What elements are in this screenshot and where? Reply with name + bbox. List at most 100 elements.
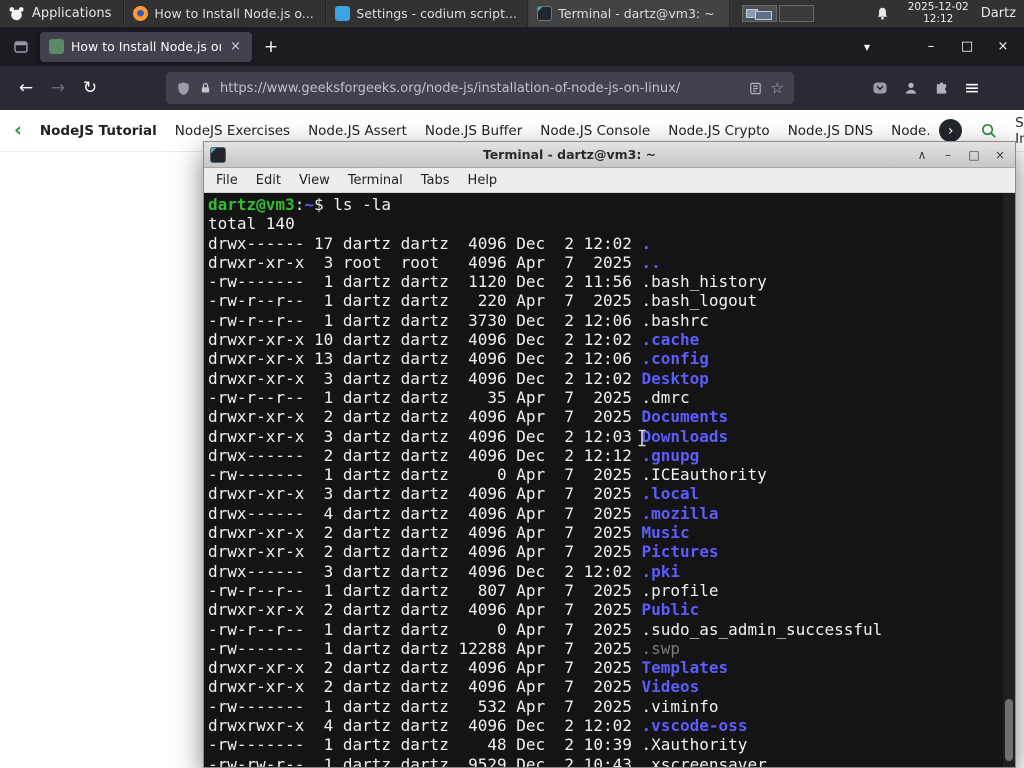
terminal-shade-button[interactable]: ∧ [913,148,931,162]
browser-tab[interactable]: How to Install Node.js on × [40,31,252,62]
terminal-menu-tabs[interactable]: Tabs [412,173,459,188]
terminal-minimize-button[interactable]: – [939,148,957,162]
account-button[interactable] [903,80,919,96]
site-nav-items: NodeJS Tutorial NodeJS Exercises Node.JS A… [40,123,929,139]
taskbar-label: Terminal - dartz@vm3: ~ [558,6,715,21]
terminal-line: drwxrwxr-x 4 dartz dartz 4096 Dec 2 12:0… [208,716,748,736]
site-nav-item[interactable]: Node.JS Console [540,123,650,139]
site-nav-item[interactable]: Node.JS DNS [788,123,873,139]
applications-label: Applications [32,6,112,21]
terminal-line: drwxr-xr-x 13 dartz dartz 4096 Dec 2 12:… [208,349,709,369]
taskbar-button-terminal[interactable]: Terminal - dartz@vm3: ~ [528,0,731,27]
site-search-button[interactable] [980,122,997,139]
notifications-button[interactable] [875,0,890,27]
terminal-line: -rw-r--r-- 1 dartz dartz 35 Apr 7 2025 .… [208,387,690,407]
window-minimize-button[interactable]: – [924,39,938,54]
site-nav-item[interactable]: Node.JS Crypto [668,123,769,139]
terminal-line: -rw------- 1 dartz dartz 532 Apr 7 2025 … [208,696,719,716]
lock-icon[interactable] [199,81,212,95]
taskbar-button-firefox[interactable]: How to Install Node.js o... [124,0,327,27]
terminal-close-button[interactable]: × [991,148,1009,162]
new-tab-button[interactable]: + [258,34,284,60]
clock-date: 2025-12-02 [907,1,969,13]
top-panel: Applications How to Install Node.js o...… [0,0,1024,27]
terminal-line: drwxr-xr-x 2 dartz dartz 4096 Apr 7 2025… [208,677,700,697]
toolbar-right-icons: ≡ [872,78,980,98]
terminal-body[interactable]: dartz@vm3:~$ ls -la total 140 drwx------ 1… [204,193,1015,767]
terminal-output: dartz@vm3:~$ ls -la total 140 drwx------ 1… [208,195,1015,767]
terminal-line: drwxr-xr-x 3 dartz dartz 4096 Apr 7 2025… [208,484,700,504]
window-close-button[interactable]: × [996,39,1010,54]
workspace-1[interactable] [742,5,778,22]
back-button[interactable]: ← [10,72,42,104]
url-text: https://www.geeksforgeeks.org/node-js/in… [220,80,681,96]
terminal-title: Terminal - dartz@vm3: ~ [482,147,657,162]
site-nav-item[interactable]: Node.JS Assert [308,123,407,139]
terminal-menu-file[interactable]: File [207,173,247,188]
forward-button[interactable]: → [42,72,74,104]
terminal-line: drwxr-xr-x 2 dartz dartz 4096 Apr 7 2025… [208,542,719,562]
reader-mode-button[interactable] [748,81,763,96]
terminal-titlebar[interactable]: Terminal - dartz@vm3: ~ ∧ – □ × [204,142,1015,168]
tab-close-button[interactable]: × [228,39,243,54]
terminal-app-icon [210,146,226,163]
bell-icon [875,6,890,21]
site-nav-item[interactable]: Node.JS Buffer [425,123,522,139]
menu-button[interactable]: ≡ [964,78,980,98]
reload-button[interactable]: ↻ [74,72,106,104]
terminal-icon [537,6,553,21]
terminal-menu-view[interactable]: View [290,173,339,188]
firefox-view-icon [13,39,29,55]
terminal-line: drwx------ 4 dartz dartz 4096 Apr 7 2025… [208,503,719,523]
terminal-line: -rw------- 1 dartz dartz 48 Dec 2 10:39 … [208,735,748,755]
extensions-icon[interactable] [934,81,949,96]
terminal-line: -rw-r--r-- 1 dartz dartz 3730 Dec 2 12:0… [208,310,709,330]
terminal-maximize-button[interactable]: □ [965,148,983,162]
terminal-line: -rw-r--r-- 1 dartz dartz 0 Apr 7 2025 .s… [208,619,883,639]
terminal-menu-edit[interactable]: Edit [247,173,290,188]
sign-in-button[interactable]: Sign In [1015,115,1024,147]
site-nav-item[interactable]: Node.JS [891,123,929,139]
terminal-line: -rw------- 1 dartz dartz 12288 Apr 7 202… [208,638,681,658]
mouse-cursor-ibeam [636,429,648,451]
taskbar-label: Settings - codium script... [356,6,517,21]
nav-prev-arrow[interactable]: ‹ [14,121,22,140]
terminal-line: -rw-r--r-- 1 dartz dartz 220 Apr 7 2025 … [208,291,758,311]
terminal-line: drwxr-xr-x 3 root root 4096 Apr 7 2025 .… [208,252,661,272]
terminal-scrollbar[interactable] [1003,193,1015,767]
panel-spacer [826,0,864,27]
terminal-menu-terminal[interactable]: Terminal [339,173,412,188]
terminal-line: -rw-rw-r-- 1 dartz dartz 9529 Dec 2 10:4… [208,754,767,767]
shield-icon[interactable] [176,81,191,96]
window-controls: – □ × [924,39,1010,54]
site-nav-item[interactable]: NodeJS Tutorial [40,123,157,139]
bookmark-star-button[interactable]: ☆ [771,79,784,97]
user-menu[interactable]: Dartz [981,6,1016,21]
clock[interactable]: 2025-12-02 12:12 [907,1,969,25]
terminal-line: -rw-r--r-- 1 dartz dartz 807 Apr 7 2025 … [208,580,719,600]
url-bar[interactable]: https://www.geeksforgeeks.org/node-js/in… [166,72,794,104]
tab-title: How to Install Node.js on [71,39,222,54]
terminal-line: -rw------- 1 dartz dartz 1120 Dec 2 11:5… [208,272,767,292]
terminal-menubar: File Edit View Terminal Tabs Help [204,168,1015,193]
vscodium-icon [335,6,351,21]
nav-next-button[interactable]: › [939,119,963,142]
terminal-line: drwxr-xr-x 3 dartz dartz 4096 Dec 2 12:0… [208,368,709,388]
terminal-scrollbar-thumb[interactable] [1005,699,1013,761]
window-maximize-button[interactable]: □ [960,39,974,54]
terminal-window: Terminal - dartz@vm3: ~ ∧ – □ × File Edit… [203,141,1016,768]
applications-menu-button[interactable]: Applications [0,0,123,27]
workspace-pager [742,0,815,27]
site-nav-item[interactable]: NodeJS Exercises [175,123,290,139]
xubuntu-logo-icon [8,5,25,22]
terminal-menu-help[interactable]: Help [459,173,507,188]
clock-time: 12:12 [923,12,954,25]
firefox-icon [133,6,149,21]
pocket-button[interactable] [872,80,888,96]
terminal-line: drwx------ 3 dartz dartz 4096 Dec 2 12:0… [208,561,681,581]
terminal-line: drwxr-xr-x 2 dartz dartz 4096 Apr 7 2025… [208,407,729,427]
taskbar-button-vscodium[interactable]: Settings - codium script... [326,0,529,27]
firefox-view-button[interactable] [8,34,34,60]
list-all-tabs-button[interactable]: ▾ [854,40,880,54]
workspace-2[interactable] [779,5,815,22]
